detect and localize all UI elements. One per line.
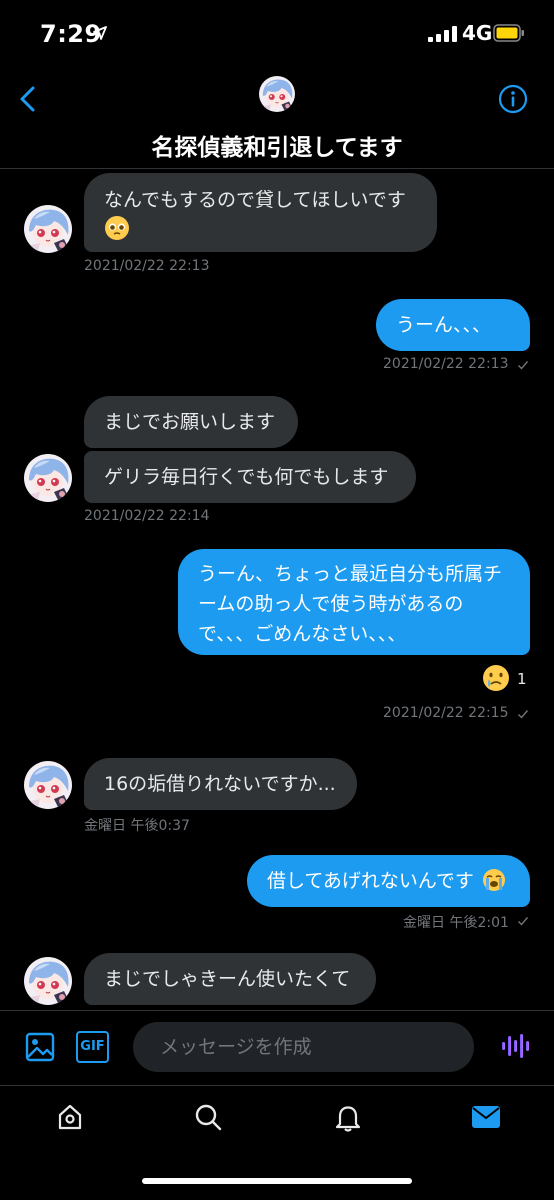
header-avatar[interactable] xyxy=(259,76,295,112)
message-text-line: ームの助っ人で使う時があるの xyxy=(198,593,464,615)
composer-divider xyxy=(0,1010,554,1011)
incoming-message-bubble[interactable]: まじでお願いします xyxy=(84,396,298,448)
message-text: なんでもするので貸してほしいです xyxy=(104,189,406,211)
gif-button[interactable]: GIF xyxy=(76,1031,109,1063)
check-icon xyxy=(518,361,529,370)
message-text: 借してあげれないんです xyxy=(267,870,474,892)
home-indicator xyxy=(142,1178,412,1184)
incoming-message-bubble[interactable]: まじでしゃきーん使いたくて xyxy=(84,953,376,1005)
incoming-message-bubble[interactable]: ゲリラ毎日行くでも何でもします xyxy=(84,451,416,503)
home-icon[interactable] xyxy=(55,1102,85,1132)
incoming-message-bubble[interactable]: 16の垢借りれないですか... xyxy=(84,758,357,810)
search-icon[interactable] xyxy=(193,1102,223,1132)
battery-icon xyxy=(493,24,524,42)
reaction-count: 1 xyxy=(517,670,527,688)
conversation-title: 名探偵義和引退してます xyxy=(151,135,403,161)
pleading-face-emoji xyxy=(105,216,129,240)
location-arrow-icon xyxy=(93,26,107,40)
message-timestamp: 2021/02/22 22:13 xyxy=(383,356,509,372)
back-chevron-icon[interactable] xyxy=(16,84,42,114)
status-bar: 7:29 4G xyxy=(0,0,554,70)
message-timestamp: 2021/02/22 22:14 xyxy=(84,508,210,524)
message-timestamp: 2021/02/22 22:13 xyxy=(84,258,210,274)
bell-icon[interactable] xyxy=(333,1102,363,1132)
crying-face-emoji[interactable] xyxy=(481,663,511,693)
mail-icon[interactable] xyxy=(471,1103,501,1131)
message-timestamp: 2021/02/22 22:15 xyxy=(383,705,509,721)
message-timestamp: 金曜日 午後2:01 xyxy=(403,915,509,931)
sender-avatar[interactable] xyxy=(24,957,72,1005)
message-text: うーん、、、 xyxy=(396,314,492,336)
message-text-line: うーん、ちょっと最近自分も所属チ xyxy=(198,563,503,585)
tabbar-divider xyxy=(0,1085,554,1086)
message-text: ゲリラ毎日行くでも何でもします xyxy=(104,466,389,488)
message-timestamp: 金曜日 午後0:37 xyxy=(84,818,190,834)
sender-avatar[interactable] xyxy=(24,205,72,253)
network-type: 4G xyxy=(462,21,493,45)
signal-icon xyxy=(428,26,457,42)
sender-avatar[interactable] xyxy=(24,454,72,502)
message-text: まじでお願いします xyxy=(104,411,276,433)
outgoing-message-bubble[interactable]: うーん、ちょっと最近自分も所属チ ームの助っ人で使う時があるの で、、、ごめんな… xyxy=(178,549,530,655)
outgoing-message-bubble[interactable]: 借してあげれないんです xyxy=(247,855,530,907)
loudly-crying-face-emoji xyxy=(482,869,505,891)
message-text: まじでしゃきーん使いたくて xyxy=(104,968,351,990)
incoming-message-bubble[interactable]: なんでもするので貸してほしいです xyxy=(84,173,437,252)
message-text: 16の垢借りれないですか... xyxy=(104,773,336,795)
check-icon xyxy=(518,710,529,719)
info-icon[interactable] xyxy=(498,84,528,114)
outgoing-message-bubble[interactable]: うーん、、、 xyxy=(376,299,530,351)
sender-avatar[interactable] xyxy=(24,761,72,809)
voice-icon[interactable] xyxy=(500,1031,530,1061)
message-text-line: で、、、ごめんなさい、、、 xyxy=(198,623,407,645)
image-icon[interactable] xyxy=(24,1031,56,1063)
header-divider xyxy=(0,168,554,169)
message-input[interactable]: メッセージを作成 xyxy=(133,1022,474,1072)
check-icon xyxy=(518,917,529,926)
